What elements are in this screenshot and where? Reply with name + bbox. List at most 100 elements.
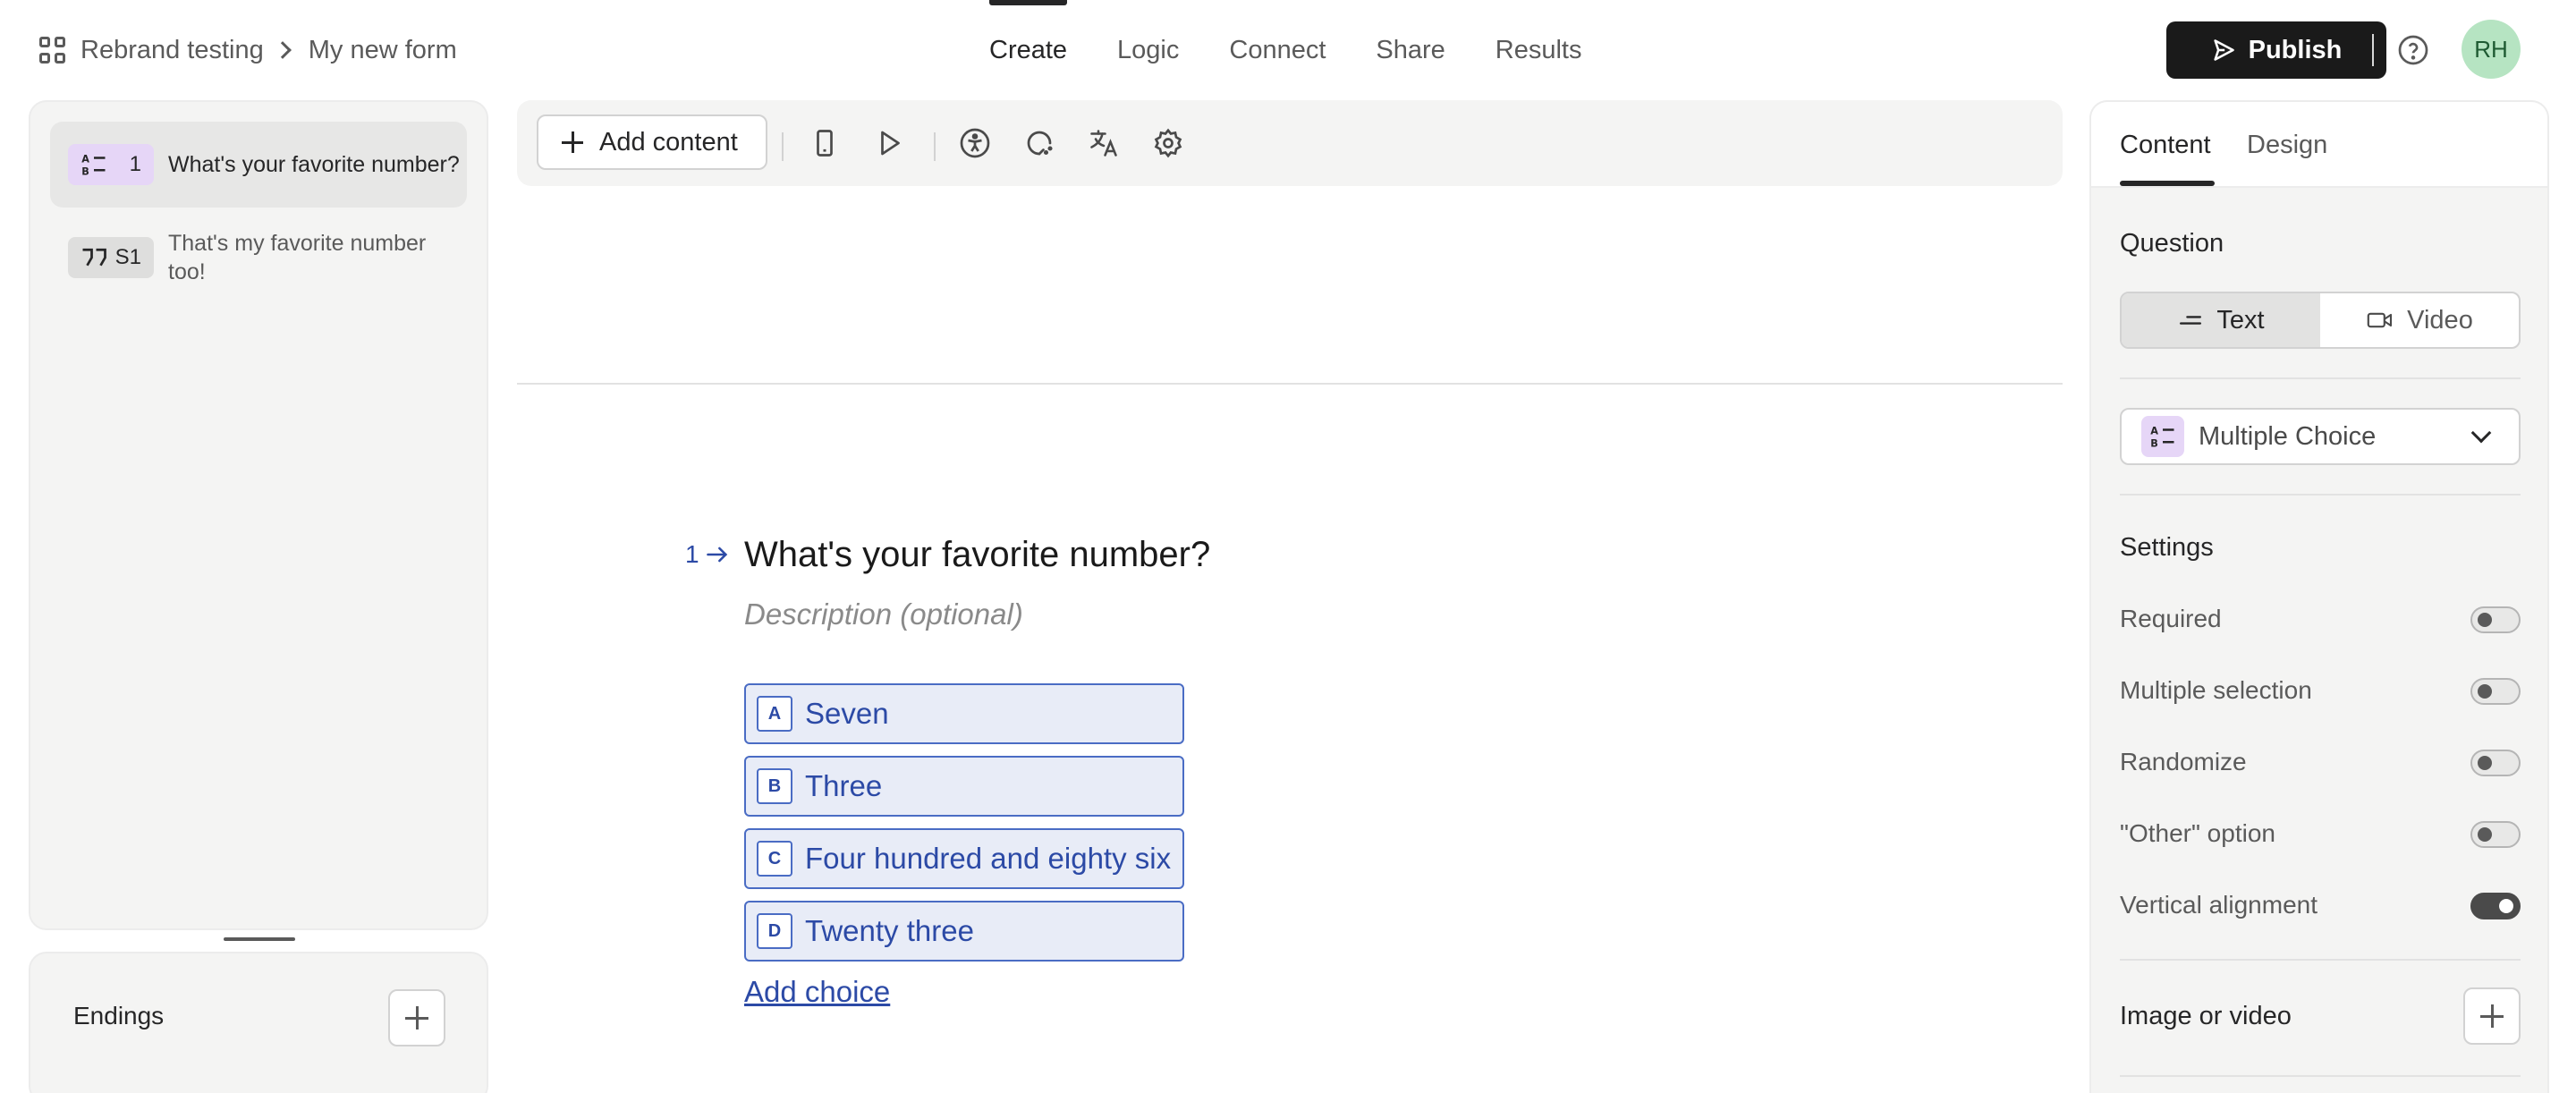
setting-label: "Other" option (2120, 819, 2275, 847)
publish-label: Publish (2248, 35, 2343, 64)
question-badge-number: 1 (129, 152, 141, 176)
question-title[interactable]: What's your favorite number? (744, 535, 1210, 575)
tab-logic[interactable]: Logic (1117, 0, 1179, 100)
chevron-down-icon (2470, 422, 2492, 444)
setting-multiple-selection: Multiple selection (2120, 673, 2521, 708)
toolbar-divider (934, 132, 936, 161)
section-divider (2120, 377, 2521, 379)
question-type-select[interactable]: AB Multiple Choice (2120, 408, 2521, 465)
tab-content[interactable]: Content (2120, 131, 2211, 160)
tab-share[interactable]: Share (1376, 0, 1445, 100)
randomize-toggle[interactable] (2470, 750, 2521, 776)
svg-text:A: A (2150, 426, 2158, 437)
question-format-toggle: Text Video (2120, 292, 2521, 349)
choice-a[interactable]: A Seven (744, 683, 1184, 744)
breadcrumb-form[interactable]: My new form (309, 36, 457, 65)
tab-results[interactable]: Results (1496, 0, 1582, 100)
other-option-toggle[interactable] (2470, 821, 2521, 848)
add-content-button[interactable]: Add content (537, 114, 767, 170)
required-toggle[interactable] (2470, 606, 2521, 633)
loading-icon[interactable] (1023, 127, 1055, 159)
choice-label: Seven (805, 697, 889, 730)
format-video-option[interactable]: Video (2320, 293, 2519, 347)
svg-text:B: B (81, 165, 89, 177)
setting-vertical-alignment: Vertical alignment (2120, 887, 2521, 923)
add-choice-link[interactable]: Add choice (744, 975, 890, 1009)
question-number-value: 1 (685, 540, 699, 568)
breadcrumb-workspace[interactable]: Rebrand testing (80, 36, 264, 65)
chevron-right-icon (273, 41, 292, 59)
video-camera-icon (2367, 312, 2393, 328)
choice-label: Twenty three (805, 914, 974, 947)
vertical-alignment-toggle[interactable] (2470, 893, 2521, 919)
question-list-panel: AB 1 What's your favorite number? S1 Tha… (29, 100, 488, 930)
question-list-item-1[interactable]: AB 1 What's your favorite number? (50, 122, 467, 208)
section-divider (2120, 494, 2521, 496)
setting-label: Required (2120, 605, 2222, 632)
settings-section-label: Settings (2120, 533, 2214, 562)
top-bar: Rebrand testing My new form Create Logic… (0, 0, 2576, 100)
choice-key: A (757, 696, 792, 732)
help-icon[interactable] (2397, 34, 2429, 66)
main-nav-tabs: Create Logic Connect Share Results (989, 0, 1631, 100)
quote-icon (82, 248, 106, 267)
choice-key: B (757, 768, 792, 804)
choice-label: Four hundred and eighty six (805, 842, 1172, 875)
endings-panel: Endings (29, 952, 488, 1093)
format-video-label: Video (2407, 305, 2473, 335)
translate-icon[interactable] (1088, 127, 1120, 159)
choice-d[interactable]: D Twenty three (744, 901, 1184, 962)
multiple-choice-icon: AB (81, 154, 106, 177)
plus-icon (562, 131, 583, 153)
tab-design[interactable]: Design (2247, 131, 2327, 160)
question-section-label: Question (2120, 229, 2224, 258)
editor-toolbar: Add content (517, 100, 2063, 186)
setting-label: Randomize (2120, 748, 2247, 775)
setting-required: Required (2120, 601, 2521, 637)
text-lines-icon (2180, 316, 2202, 325)
question-list-item-s1[interactable]: S1 That's my favorite number too! (50, 215, 467, 301)
question-type-value: Multiple Choice (2199, 421, 2377, 451)
endings-label: Endings (73, 1002, 165, 1029)
format-text-option[interactable]: Text (2122, 293, 2320, 347)
statement-badge-number: S1 (114, 245, 141, 269)
properties-tabs: Content Design (2091, 102, 2547, 188)
mobile-preview-icon[interactable] (809, 127, 841, 159)
multiple-choice-icon: AB (2150, 426, 2174, 449)
section-divider (2120, 959, 2521, 961)
tab-connect[interactable]: Connect (1229, 0, 1326, 100)
publish-button[interactable]: Publish (2166, 21, 2386, 79)
svg-text:B: B (2150, 437, 2158, 449)
question-type-badge: AB (2141, 416, 2184, 457)
choice-c[interactable]: C Four hundred and eighty six (744, 828, 1184, 889)
play-icon[interactable] (873, 127, 905, 159)
section-divider (2120, 1075, 2521, 1077)
add-ending-button[interactable] (388, 989, 445, 1046)
question-number: 1 (685, 540, 730, 569)
format-text-label: Text (2216, 305, 2265, 335)
add-image-video-button[interactable] (2463, 987, 2521, 1045)
header-divider (2372, 34, 2374, 66)
statement-badge: S1 (68, 237, 154, 278)
setting-other-option: "Other" option (2120, 816, 2521, 852)
tab-create[interactable]: Create (989, 0, 1068, 100)
image-video-label: Image or video (2120, 1002, 2292, 1030)
question-description-input[interactable]: Description (optional) (744, 597, 1023, 631)
breadcrumb: Rebrand testing My new form (39, 34, 457, 66)
svg-text:A: A (81, 154, 89, 165)
multiple-selection-toggle[interactable] (2470, 678, 2521, 705)
active-tab-indicator (2120, 181, 2215, 186)
choice-key: C (757, 841, 792, 877)
setting-label: Multiple selection (2120, 676, 2312, 704)
choice-b[interactable]: B Three (744, 756, 1184, 817)
setting-randomize: Randomize (2120, 744, 2521, 780)
choice-key: D (757, 913, 792, 949)
accessibility-icon[interactable] (959, 127, 991, 159)
arrow-right-icon (706, 546, 727, 563)
settings-gear-icon[interactable] (1152, 127, 1184, 159)
setting-label: Vertical alignment (2120, 891, 2318, 919)
panel-resize-handle[interactable] (224, 937, 295, 941)
avatar[interactable]: RH (2462, 20, 2521, 79)
add-content-label: Add content (599, 127, 738, 157)
workspace-grid-icon[interactable] (39, 37, 66, 64)
